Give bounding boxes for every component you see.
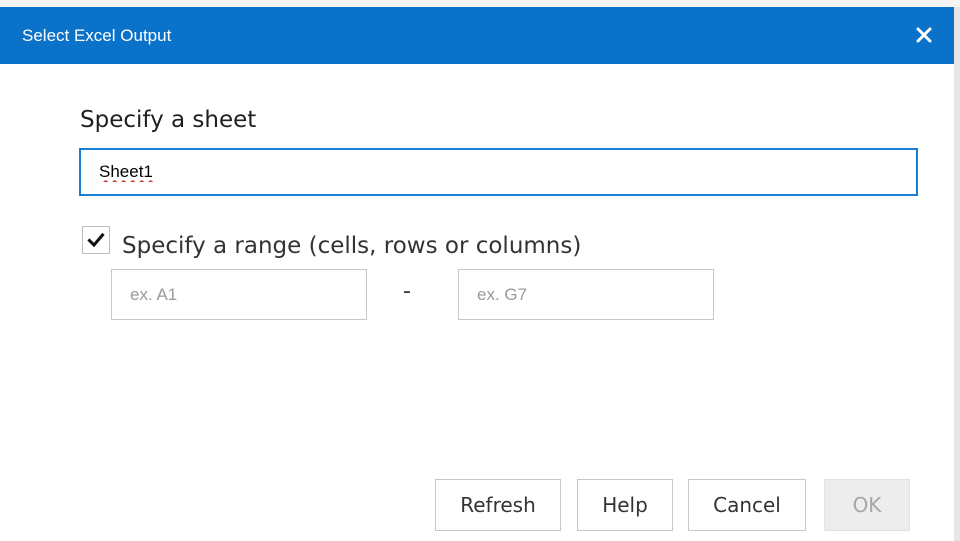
- range-end-input[interactable]: [458, 269, 714, 320]
- cancel-button[interactable]: Cancel: [688, 479, 806, 531]
- close-button[interactable]: [904, 15, 944, 55]
- dialog-title: Select Excel Output: [22, 26, 172, 45]
- range-separator: -: [403, 279, 411, 304]
- help-button[interactable]: Help: [577, 479, 673, 531]
- page: Select Excel Output Specify a sheet Spec…: [0, 0, 960, 541]
- range-checkbox[interactable]: [82, 226, 110, 254]
- range-start-input[interactable]: [111, 269, 367, 320]
- close-icon: [916, 27, 932, 43]
- sheet-label: Specify a sheet: [80, 107, 257, 133]
- range-label: Specify a range (cells, rows or columns): [122, 233, 582, 259]
- refresh-button[interactable]: Refresh: [435, 479, 561, 531]
- dialog-titlebar: Select Excel Output: [0, 7, 954, 64]
- ok-button[interactable]: OK: [824, 479, 910, 531]
- sheet-input[interactable]: [79, 148, 918, 196]
- select-excel-output-dialog: Select Excel Output Specify a sheet Spec…: [0, 7, 960, 541]
- checkmark-icon: [87, 232, 105, 248]
- background-strip: [0, 0, 960, 7]
